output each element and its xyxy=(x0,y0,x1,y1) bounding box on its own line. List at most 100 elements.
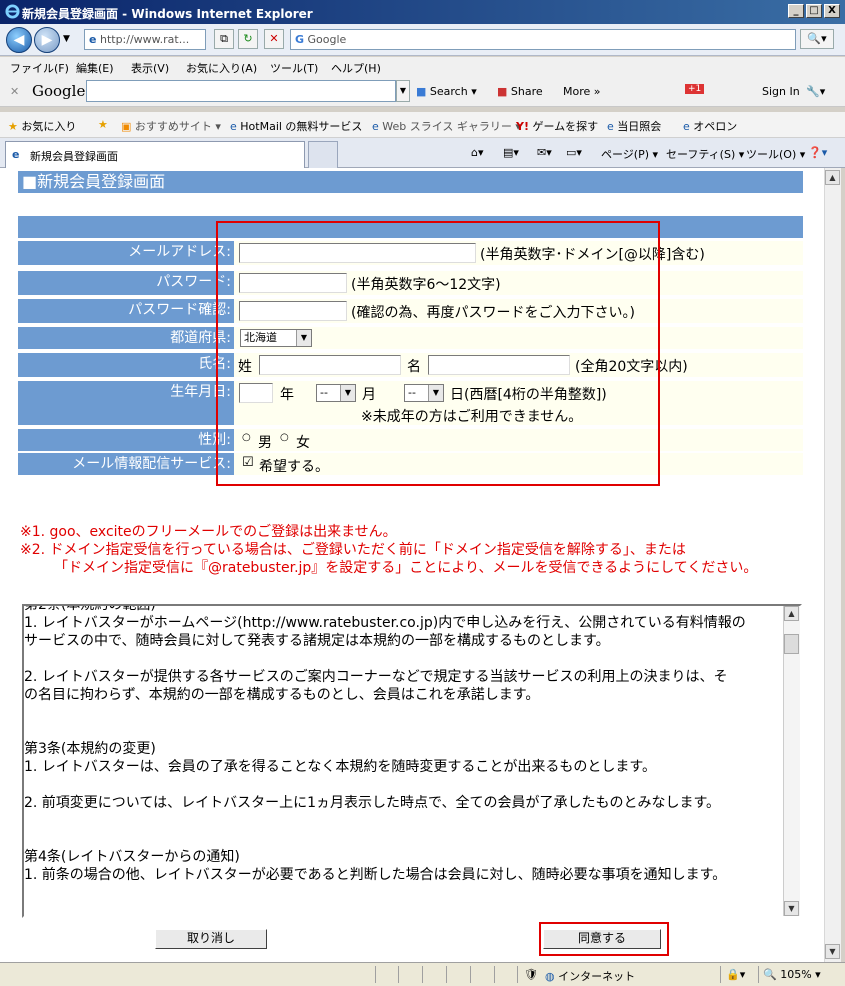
history-dropdown-icon[interactable]: ▼ xyxy=(63,34,70,44)
cancel-button[interactable]: 取り消し xyxy=(155,929,267,949)
add-favorite-icon[interactable]: ★ xyxy=(98,118,108,131)
star-icon: ★ xyxy=(8,120,18,133)
refresh-icon[interactable]: ↻ xyxy=(238,29,258,49)
back-button[interactable]: ◀ xyxy=(6,27,32,53)
forward-button[interactable]: ▶ xyxy=(34,27,60,53)
fav-item-web-slice[interactable]: e Web スライス ギャラリー ▾ xyxy=(372,118,521,134)
tab-bar: e 新規会員登録画面 ⌂▾ ▤▾ ✉▾ ▭▾ ページ(P) ▾ セーフティ(S)… xyxy=(0,138,845,168)
fav-item-recommended[interactable]: ▣ おすすめサイト ▾ xyxy=(121,118,221,134)
globe-icon: ◍ xyxy=(545,970,555,983)
google-g-icon: ■ xyxy=(416,85,427,98)
menu-view[interactable]: 表示(V) xyxy=(131,60,169,76)
share-button[interactable]: ■ Share xyxy=(497,85,543,98)
fav-item-operon[interactable]: e オペロン xyxy=(683,118,737,134)
agree-button[interactable]: 同意する xyxy=(543,929,661,949)
tools-menu[interactable]: ツール(O) ▾ xyxy=(746,146,805,162)
mail-icon[interactable]: ✉▾ xyxy=(537,146,552,159)
yahoo-icon: Y! xyxy=(516,120,529,133)
folder-icon: ▣ xyxy=(121,120,132,133)
terms-textarea[interactable]: 第2条(本規約の範囲) 1. レイトバスターがホームページ(http://www… xyxy=(22,604,802,918)
zoom-level[interactable]: 🔍 105% ▾ xyxy=(763,968,821,981)
menu-edit[interactable]: 編集(E) xyxy=(76,60,114,76)
compatibility-view-icon[interactable]: ⧉ xyxy=(214,29,234,49)
name-label: 氏名: xyxy=(18,353,234,377)
fav-item-hotmail[interactable]: e HotMail の無料サービス xyxy=(230,118,362,134)
security-lock-icon[interactable]: 🔒▾ xyxy=(726,968,745,981)
menu-file[interactable]: ファイル(F) xyxy=(10,60,69,76)
close-window-button[interactable]: X xyxy=(824,4,840,18)
page-icon: e xyxy=(683,120,690,133)
google-search-dropdown[interactable]: ▼ xyxy=(396,80,410,102)
search-input[interactable]: G Google xyxy=(290,29,796,50)
menu-help[interactable]: ヘルプ(H) xyxy=(331,60,381,76)
close-toolbar-icon[interactable]: ✕ xyxy=(10,85,19,98)
mail-service-label: メール情報配信サービス: xyxy=(18,453,234,475)
status-bar: 🛡 ◍ インターネット 🔒▾ 🔍 105% ▾ xyxy=(0,962,845,986)
password-label: パスワード: xyxy=(18,271,234,295)
page-content: ■新規会員登録画面 メールアドレス: (半角英数字･ドメイン[@以降]含む) パ… xyxy=(0,168,824,962)
terms-text: 第2条(本規約の範囲) 1. レイトバスターがホームページ(http://www… xyxy=(24,604,746,883)
page-icon: e xyxy=(230,120,237,133)
scroll-thumb[interactable] xyxy=(784,634,799,654)
page-icon: e xyxy=(89,33,97,46)
tab-title: 新規会員登録画面 xyxy=(30,150,118,163)
birthdate-label: 生年月日: xyxy=(18,381,234,425)
internet-zone: ◍ インターネット xyxy=(545,970,636,983)
note-1: ※1. goo、exciteのフリーメールでのご登録は出来ません。 xyxy=(20,524,397,540)
google-logo: Google xyxy=(32,82,86,100)
url-text: http://www.rat... xyxy=(99,33,190,46)
minimize-button[interactable]: _ xyxy=(788,4,804,18)
note-3: 「ドメイン指定受信に『@ratebuster.jp』を設定する」ことにより、メー… xyxy=(54,560,758,576)
sign-in-link[interactable]: Sign In xyxy=(762,85,800,98)
terms-scrollbar[interactable]: ▲ ▼ xyxy=(783,606,800,916)
page-scrollbar[interactable]: ▲ ▼ xyxy=(824,168,841,962)
page-title: ■新規会員登録画面 xyxy=(18,171,803,193)
fav-item-games[interactable]: Y! ゲームを探す xyxy=(516,118,598,134)
google-toolbar-search-input[interactable] xyxy=(86,80,396,102)
menu-favorites[interactable]: お気に入り(A) xyxy=(186,60,257,76)
menu-bar: ファイル(F) 編集(E) 表示(V) お気に入り(A) ツール(T) ヘルプ(… xyxy=(0,57,845,77)
menu-tools[interactable]: ツール(T) xyxy=(270,60,318,76)
new-tab-button[interactable] xyxy=(308,141,338,168)
note-2: ※2. ドメイン指定受信を行っている場合は、ご登録いただく前に「ドメイン指定受信… xyxy=(20,542,686,558)
window-title: 新規会員登録画面 - Windows Internet Explorer xyxy=(22,7,313,21)
stop-icon[interactable]: ✕ xyxy=(264,29,284,49)
maximize-button[interactable]: □ xyxy=(806,4,822,18)
zoom-icon: 🔍 xyxy=(763,968,777,981)
email-label: メールアドレス: xyxy=(18,241,234,265)
safety-menu[interactable]: セーフティ(S) ▾ xyxy=(666,146,744,162)
more-button[interactable]: More » xyxy=(563,85,601,98)
home-icon[interactable]: ⌂▾ xyxy=(471,146,484,159)
window-title-bar: 新規会員登録画面 - Windows Internet Explorer _ □… xyxy=(0,0,845,24)
address-field[interactable]: e http://www.rat... xyxy=(84,29,206,50)
prefecture-label: 都道府県: xyxy=(18,327,234,349)
scroll-up-icon[interactable]: ▲ xyxy=(825,170,840,185)
back-arrow-icon: ◀ xyxy=(13,32,25,48)
page-icon: e xyxy=(372,120,379,133)
page-menu[interactable]: ページ(P) ▾ xyxy=(601,146,658,162)
password-confirm-label: パスワード確認: xyxy=(18,299,234,323)
tab-current[interactable]: e 新規会員登録画面 xyxy=(5,141,305,168)
search-button[interactable]: 🔍▾ xyxy=(800,29,834,49)
fav-item-inquiry[interactable]: e 当日照会 xyxy=(607,118,661,134)
wrench-icon[interactable]: 🔧▾ xyxy=(806,85,825,98)
tab-page-icon: e xyxy=(12,148,20,161)
search-button[interactable]: ■ Search ▾ xyxy=(416,85,477,98)
google-toolbar: ✕ Google ▼ ■ Search ▾ ■ Share More » +1 … xyxy=(0,77,845,107)
help-icon[interactable]: ❓▾ xyxy=(808,146,827,159)
scroll-up-icon[interactable]: ▲ xyxy=(784,606,799,621)
internet-explorer-icon xyxy=(5,4,20,19)
favorites-button[interactable]: ★ お気に入り xyxy=(8,118,76,134)
gender-label: 性別: xyxy=(18,429,234,451)
share-icon: ■ xyxy=(497,85,508,98)
scroll-down-icon[interactable]: ▼ xyxy=(825,944,840,959)
forward-arrow-icon: ▶ xyxy=(41,32,53,48)
google-search-icon: G xyxy=(295,33,305,46)
scroll-down-icon[interactable]: ▼ xyxy=(784,901,799,916)
rss-feed-icon[interactable]: ▤▾ xyxy=(503,146,519,159)
search-placeholder: Google xyxy=(307,33,347,46)
plus-one-button[interactable]: +1 xyxy=(685,84,705,94)
favorites-bar: ★ お気に入り ★ ▣ おすすめサイト ▾ e HotMail の無料サービス … xyxy=(0,112,845,138)
print-icon[interactable]: ▭▾ xyxy=(566,146,582,159)
address-toolbar: ◀ ▶ ▼ e http://www.rat... ⧉ ↻ ✕ G Google… xyxy=(0,24,845,56)
